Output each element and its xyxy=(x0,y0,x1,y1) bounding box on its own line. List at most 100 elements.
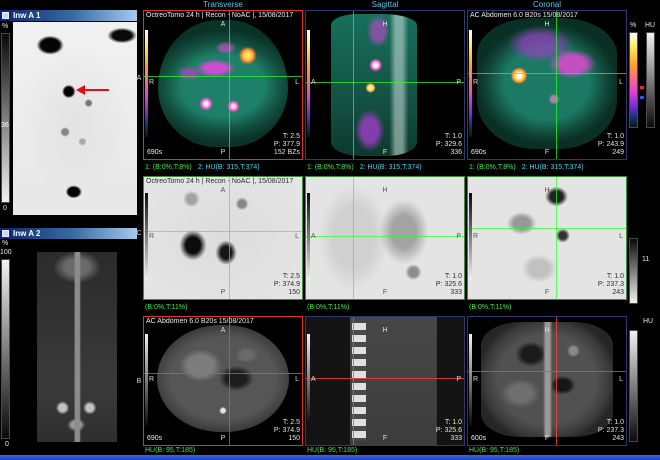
fused-lut-bar[interactable] xyxy=(469,30,472,137)
fused-lut-bar[interactable] xyxy=(307,30,310,137)
left-scale1-min: 0 xyxy=(3,205,7,212)
right-ct-colorbar-top[interactable] xyxy=(646,32,655,128)
crosshair-vertical[interactable] xyxy=(229,177,231,299)
left-colorbar-2[interactable] xyxy=(1,259,10,439)
fused-lut-bar[interactable] xyxy=(145,30,148,137)
thickness-value: T: 2.5 xyxy=(282,419,300,426)
orientation-right: L xyxy=(295,375,299,383)
cursor-values: T: 1.0 P: 325.6 333 xyxy=(436,419,462,443)
crosshair-horizontal[interactable] xyxy=(144,76,302,78)
viewport-ct-sagittal[interactable]: H F A P T: 1.0 P: 325.6 333 xyxy=(305,316,465,446)
fused-transverse-image xyxy=(158,19,288,148)
ct-coronal-thumbnail-viewport[interactable] xyxy=(13,240,137,452)
annotation-arrow-head xyxy=(76,85,85,95)
window-icon[interactable] xyxy=(2,12,9,19)
orientation-top: H xyxy=(382,187,388,194)
count-value: 243 xyxy=(612,289,624,296)
child-window-2-titlebar[interactable]: Inw A 2 xyxy=(0,228,137,239)
crosshair-vertical[interactable] xyxy=(556,317,558,445)
crosshair-horizontal[interactable] xyxy=(306,235,464,237)
thickness-value: T: 1.0 xyxy=(444,273,462,280)
crosshair-horizontal[interactable] xyxy=(144,373,302,375)
threshold-label-ct-coronal: HU(B: 95,T:185) xyxy=(469,447,520,454)
thickness-value: T: 1.0 xyxy=(606,419,624,426)
annotation-arrow-line xyxy=(85,89,109,91)
orientation-top: A xyxy=(220,187,226,194)
crosshair-horizontal[interactable] xyxy=(306,82,464,84)
planar-scintigram-image[interactable] xyxy=(13,22,137,215)
crosshair-horizontal[interactable] xyxy=(468,228,626,230)
position-value: P: 237.3 xyxy=(597,427,624,434)
colorbar-lower-marker[interactable] xyxy=(640,96,644,99)
position-value: P: 377.9 xyxy=(273,141,300,148)
ct-lut-bar[interactable] xyxy=(307,333,310,426)
window-icon[interactable] xyxy=(2,230,9,237)
position-value: P: 243.9 xyxy=(597,141,624,148)
orientation-right: L xyxy=(619,375,623,383)
fused-sagittal-image xyxy=(331,13,417,157)
orientation-top: H xyxy=(544,187,550,194)
nm-threshold: 1: (B:0%,T:8%) xyxy=(469,164,516,171)
crosshair-vertical[interactable] xyxy=(353,177,355,299)
cursor-values: T: 2.5 P: 377.9 152 BZs xyxy=(274,133,300,157)
viewport-nm-sagittal[interactable]: H F A P T: 1.0 P: 325.6 333 xyxy=(305,176,465,300)
cursor-values: T: 2.5 P: 374.9 150 xyxy=(274,419,300,443)
right-nm-colorbar[interactable] xyxy=(629,238,638,304)
orientation-top: A xyxy=(220,327,226,334)
viewport-fused-coronal[interactable]: AC Abdomen 6.0 B20s 15/08/2017 H F R L 6… xyxy=(467,10,627,160)
crosshair-vertical[interactable] xyxy=(353,317,355,445)
orientation-top: A xyxy=(220,21,226,28)
viewport-fused-sagittal[interactable]: H F A P T: 1.0 P: 329.6 336 xyxy=(305,10,465,160)
orientation-left: R xyxy=(473,233,479,241)
ct-lut-bar[interactable] xyxy=(469,333,472,426)
right-ct-colorbar-bottom[interactable] xyxy=(629,330,638,442)
orientation-bottom: P xyxy=(220,435,226,442)
crosshair-horizontal[interactable] xyxy=(468,370,626,372)
series-header: AC Abdomen 6.0 B20s 15/08/2017 xyxy=(470,12,578,19)
viewport-nm-coronal[interactable]: H F R L T: 1.0 P: 237.3 243 xyxy=(467,176,627,300)
row-label-c: C xyxy=(136,230,142,237)
position-value: P: 325.6 xyxy=(435,281,462,288)
right-mid-value: 11 xyxy=(642,256,650,263)
left-colorbar-1[interactable] xyxy=(1,33,10,203)
crosshair-horizontal[interactable] xyxy=(306,378,464,380)
threshold-label-fused-coronal: 1: (B:0%,T:8%) 2: HU(B: 315,T:374) xyxy=(469,164,584,171)
nm-lut-bar[interactable] xyxy=(469,192,472,281)
series-header: OctreoTomo 24 h | Recon - NoAC |, 15/08/… xyxy=(146,178,294,185)
child-window-1-titlebar[interactable]: Inw A 1 xyxy=(0,10,137,21)
crosshair-vertical[interactable] xyxy=(229,317,231,445)
column-header-transverse: Transverse xyxy=(203,0,243,9)
ct-threshold: 2: HU(B: 315,T:374) xyxy=(521,164,584,171)
crosshair-vertical[interactable] xyxy=(229,11,231,159)
nm-lut-bar[interactable] xyxy=(145,192,148,281)
crosshair-vertical[interactable] xyxy=(556,177,558,299)
ct-lut-bar[interactable] xyxy=(145,333,148,426)
orientation-bottom: P xyxy=(220,149,226,156)
series-header: OctreoTomo 24 h | Recon - NoAC |, 15/08/… xyxy=(146,12,294,19)
crosshair-vertical[interactable] xyxy=(556,11,558,159)
left-scale2-min: 0 xyxy=(5,441,9,448)
crosshair-horizontal[interactable] xyxy=(144,230,302,232)
orientation-top: H xyxy=(382,327,388,334)
column-header-sagittal: Sagittal xyxy=(371,0,399,9)
thickness-value: T: 2.5 xyxy=(282,133,300,140)
left-scale2-max: 100 xyxy=(0,249,12,256)
crosshair-horizontal[interactable] xyxy=(468,73,626,75)
series-header: AC Abdomen 6.0 B20s 15/08/2017 xyxy=(146,318,254,325)
crosshair-vertical[interactable] xyxy=(353,11,355,159)
right-fused-colorbar[interactable] xyxy=(629,32,638,128)
orientation-right: L xyxy=(295,79,299,87)
orientation-left: A xyxy=(311,233,316,241)
colorbar-upper-marker[interactable] xyxy=(640,86,644,89)
viewport-ct-coronal[interactable]: H F R L 600s T: 1.0 P: 237.3 243 xyxy=(467,316,627,446)
viewport-ct-transverse[interactable]: AC Abdomen 6.0 B20s 15/08/2017 A P R L 6… xyxy=(143,316,303,446)
left-scale1-unit: % xyxy=(2,23,9,30)
count-value: 152 BZs xyxy=(273,149,300,156)
position-value: P: 237.3 xyxy=(597,281,624,288)
nm-lut-bar[interactable] xyxy=(307,192,310,281)
viewport-fused-transverse[interactable]: OctreoTomo 24 h | Recon - NoAC |, 15/08/… xyxy=(143,10,303,160)
viewport-nm-transverse[interactable]: OctreoTomo 24 h | Recon - NoAC |, 15/08/… xyxy=(143,176,303,300)
acquisition-time: 600s xyxy=(471,435,487,442)
threshold-label-ct-transverse: HU(B: 95,T:185) xyxy=(145,447,196,454)
orientation-left: R xyxy=(149,79,155,87)
